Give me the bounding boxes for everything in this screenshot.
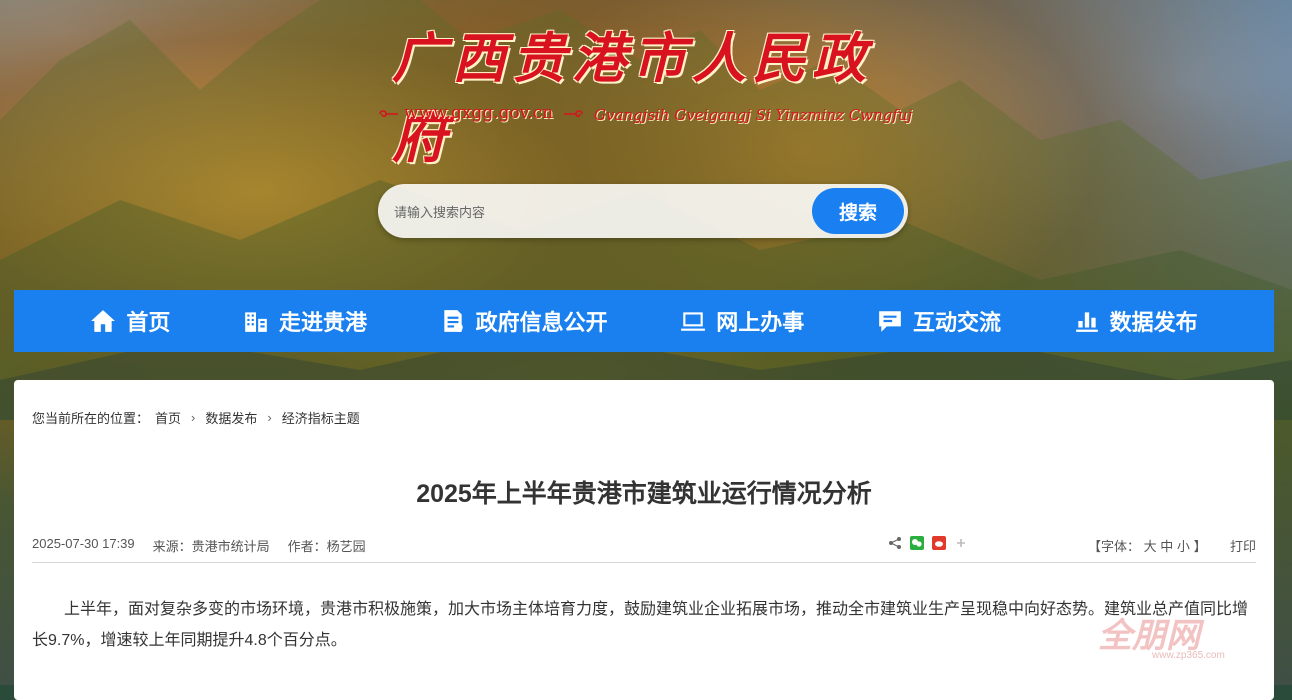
nav-item-interaction[interactable]: 互动交流 bbox=[877, 290, 1001, 352]
font-size-control: 【字体： 大 中 小 】 bbox=[1088, 536, 1207, 555]
nav-item-label: 走进贵港 bbox=[278, 310, 367, 335]
watermark-url: www.zp365.com bbox=[1152, 650, 1225, 661]
nav-item-data-release[interactable]: 数据发布 bbox=[1074, 290, 1198, 352]
breadcrumb-link-home[interactable]: 首页 bbox=[155, 408, 181, 427]
font-medium-button[interactable]: 中 bbox=[1160, 539, 1173, 554]
font-large-button[interactable]: 大 bbox=[1144, 539, 1157, 554]
search-input[interactable] bbox=[392, 194, 806, 230]
article-panel: 您当前所在的位置： 首页 › 数据发布 › 经济指标主题 2025年上半年贵港市… bbox=[14, 380, 1274, 700]
wechat-icon[interactable] bbox=[910, 536, 924, 550]
nav-item-label: 互动交流 bbox=[912, 310, 1001, 335]
nav-item-about-guigang[interactable]: 走进贵港 bbox=[243, 290, 367, 352]
nav-item-online-services[interactable]: 网上办事 bbox=[680, 290, 804, 352]
search-bar: 搜索 bbox=[378, 184, 908, 238]
nav-item-label: 网上办事 bbox=[716, 310, 805, 335]
main-navigation: 首页 走进贵港 政府信息公开 网上办事 互动交流 数据发布 bbox=[14, 290, 1274, 352]
document-icon bbox=[443, 310, 463, 332]
print-button[interactable]: 打印 bbox=[1230, 536, 1256, 555]
breadcrumb-link-economic-indicators[interactable]: 经济指标主题 bbox=[282, 408, 360, 427]
publish-date: 2025-07-30 17:39 bbox=[32, 536, 135, 551]
site-pinyin-name: Gvangjsih Gveigangj Si Yinzminz Cwngfuj bbox=[594, 106, 913, 124]
chat-icon bbox=[879, 311, 901, 332]
font-label-open: 【字体： bbox=[1088, 539, 1141, 554]
home-icon bbox=[91, 310, 116, 332]
breadcrumb: 您当前所在的位置： 首页 › 数据发布 › 经济指标主题 bbox=[32, 408, 360, 427]
site-url: www.gxgg.gov.cn bbox=[404, 103, 554, 123]
article-title: 2025年上半年贵港市建筑业运行情况分析 bbox=[416, 480, 872, 508]
chevron-right-icon: › bbox=[191, 410, 196, 425]
font-label-close: 】 bbox=[1193, 539, 1207, 554]
laptop-icon bbox=[681, 312, 706, 331]
nav-item-home[interactable]: 首页 bbox=[90, 290, 170, 352]
article-source: 来源：贵港市统计局 bbox=[152, 539, 270, 554]
site-title: 广西贵港市人民政府 bbox=[392, 26, 872, 170]
breadcrumb-prefix: 您当前所在的位置： bbox=[32, 411, 150, 426]
share-icon[interactable] bbox=[888, 536, 902, 550]
bar-chart-icon bbox=[1075, 312, 1098, 332]
nav-item-label: 数据发布 bbox=[1109, 310, 1198, 335]
divider bbox=[32, 562, 1256, 563]
font-small-button[interactable]: 小 bbox=[1177, 539, 1190, 554]
nav-item-label: 首页 bbox=[126, 310, 171, 335]
article-author: 作者：杨艺园 bbox=[287, 539, 366, 554]
breadcrumb-link-data-release[interactable]: 数据发布 bbox=[205, 408, 257, 427]
search-button[interactable]: 搜索 bbox=[812, 188, 904, 234]
cloud-swirl-icon bbox=[379, 110, 398, 118]
plus-icon[interactable] bbox=[954, 536, 968, 550]
share-toolbar bbox=[888, 536, 968, 550]
cloud-swirl-icon bbox=[564, 110, 583, 118]
article-meta: 2025-07-30 17:39 来源：贵港市统计局 作者：杨艺园 bbox=[32, 536, 366, 555]
nav-item-label: 政府信息公开 bbox=[475, 310, 608, 335]
chevron-right-icon: › bbox=[267, 410, 272, 425]
article-body: 上半年，面对复杂多变的市场环境，贵港市积极施策，加大市场主体培育力度，鼓励建筑业… bbox=[32, 601, 1249, 649]
nav-item-government-info[interactable]: 政府信息公开 bbox=[440, 290, 608, 352]
city-icon bbox=[245, 312, 267, 332]
weibo-icon[interactable] bbox=[932, 536, 946, 550]
